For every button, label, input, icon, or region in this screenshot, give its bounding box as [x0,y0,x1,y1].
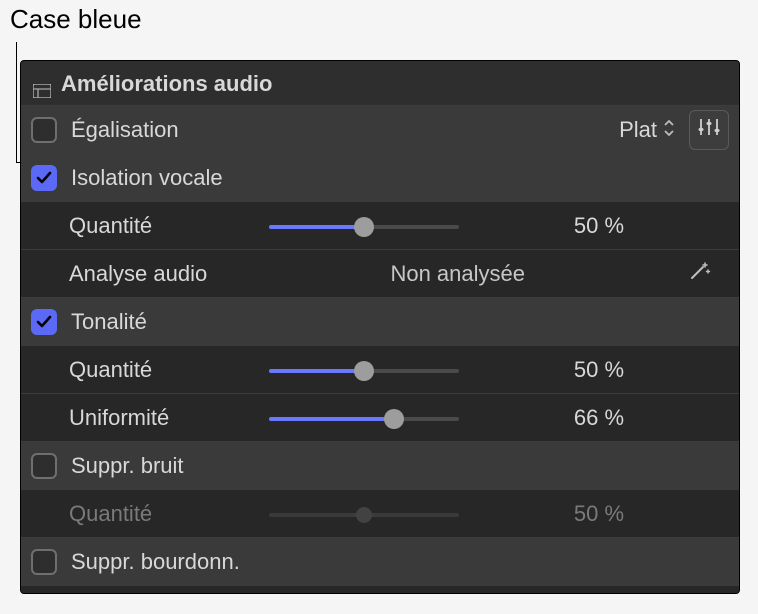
loudness-uniformity-row: Uniformité 66 % [21,393,739,441]
voice-isolation-analysis-label: Analyse audio [69,261,269,287]
voice-isolation-row: Isolation vocale [21,153,739,201]
voice-isolation-checkbox[interactable] [31,165,57,191]
noise-removal-amount-row: Quantité 50 % [21,489,739,537]
callout-text: Case bleue [10,4,142,35]
loudness-checkbox[interactable] [31,309,57,335]
hum-removal-label: Suppr. bourdonn. [71,549,271,575]
equalization-label: Égalisation [71,117,271,143]
callout-leader [16,42,17,162]
voice-isolation-label: Isolation vocale [71,165,271,191]
equalizer-icon [697,117,721,143]
noise-removal-amount-slider [269,502,459,526]
noise-removal-amount-value: 50 % [529,501,669,527]
loudness-amount-value: 50 % [529,357,669,383]
loudness-amount-slider[interactable] [269,358,459,382]
loudness-uniformity-slider[interactable] [269,406,459,430]
panel-icon [33,78,51,90]
equalization-checkbox[interactable] [31,117,57,143]
equalization-preset-popup[interactable]: Plat [619,117,675,143]
loudness-label: Tonalité [71,309,271,335]
hum-removal-frequency-row: Fréquence 50 Hz 60 Hz [21,585,739,594]
noise-removal-checkbox[interactable] [31,453,57,479]
section-title: Améliorations audio [61,71,272,97]
noise-removal-row: Suppr. bruit [21,441,739,489]
voice-isolation-amount-slider[interactable] [269,214,459,238]
voice-isolation-analysis-status: Non analysée [390,261,525,287]
section-header: Améliorations audio [21,61,739,105]
voice-isolation-amount-row: Quantité 50 % [21,201,739,249]
loudness-uniformity-value: 66 % [529,405,669,431]
voice-isolation-amount-value: 50 % [529,213,669,239]
loudness-row: Tonalité [21,297,739,345]
equalizer-settings-button[interactable] [689,110,729,150]
noise-removal-label: Suppr. bruit [71,453,271,479]
loudness-amount-row: Quantité 50 % [21,345,739,393]
equalization-row: Égalisation Plat [21,105,739,153]
hum-removal-row: Suppr. bourdonn. [21,537,739,585]
noise-removal-amount-label: Quantité [69,501,269,527]
analyze-wand-button[interactable] [686,258,712,290]
chevron-up-down-icon [663,117,675,143]
voice-isolation-amount-label: Quantité [69,213,269,239]
audio-enhancements-panel: Améliorations audio Égalisation Plat [20,60,740,594]
loudness-amount-label: Quantité [69,357,269,383]
voice-isolation-analysis-row: Analyse audio Non analysée [21,249,739,297]
loudness-uniformity-label: Uniformité [69,405,269,431]
hum-removal-checkbox[interactable] [31,549,57,575]
equalization-preset-value: Plat [619,117,657,143]
